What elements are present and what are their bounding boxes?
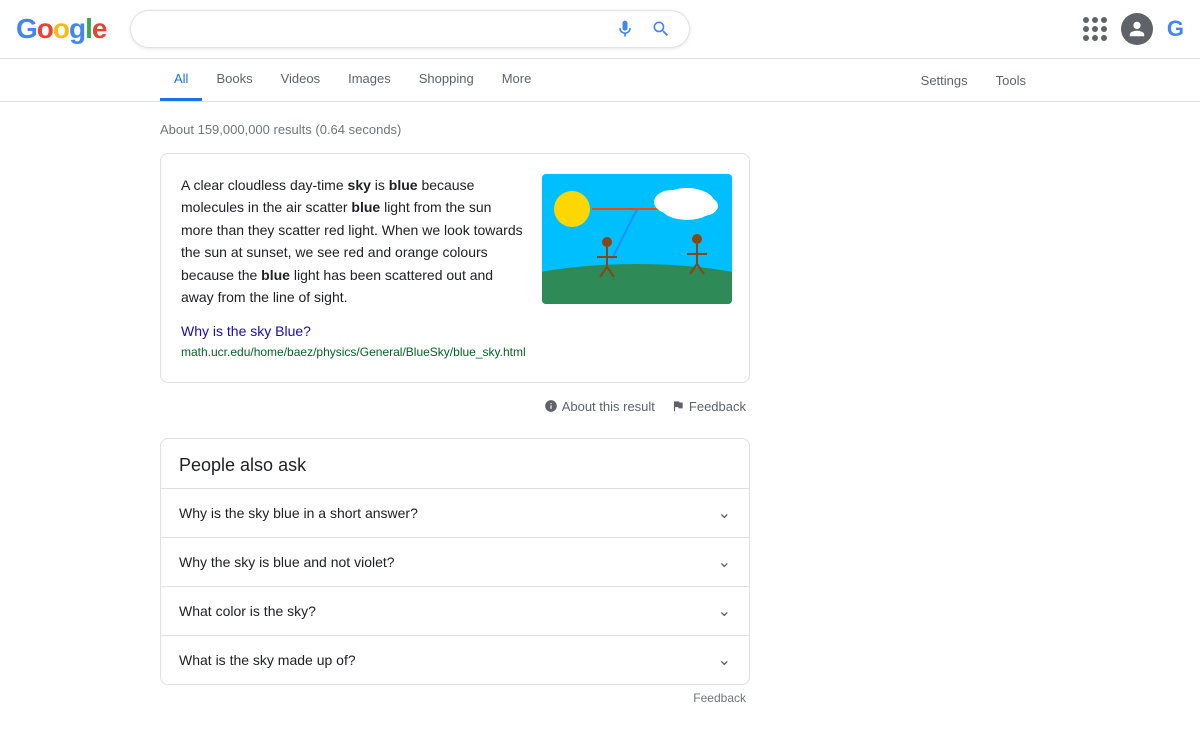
paa-item-4[interactable]: What is the sky made up of? ⌄ bbox=[161, 635, 749, 684]
featured-snippet: A clear cloudless day-time sky is blue b… bbox=[160, 153, 750, 383]
search-bar: why is the sky blue bbox=[130, 10, 690, 48]
snippet-text-content: A clear cloudless day-time sky is blue b… bbox=[181, 177, 523, 305]
apps-dot bbox=[1101, 17, 1107, 23]
google-account-icon[interactable]: G bbox=[1167, 16, 1184, 42]
snippet-text: A clear cloudless day-time sky is blue b… bbox=[181, 174, 526, 362]
snippet-footer: About this result Feedback bbox=[160, 391, 750, 422]
avatar[interactable] bbox=[1121, 13, 1153, 45]
apps-dot bbox=[1083, 17, 1089, 23]
settings-link[interactable]: Settings bbox=[907, 61, 982, 100]
about-result-label: About this result bbox=[562, 399, 655, 414]
about-result-button[interactable]: About this result bbox=[544, 399, 655, 414]
snippet-url: math.ucr.edu/home/baez/physics/General/B… bbox=[181, 343, 526, 362]
results-count: About 159,000,000 results (0.64 seconds) bbox=[160, 122, 750, 137]
nav-tabs: All Books Videos Images Shopping More Se… bbox=[0, 59, 1200, 102]
sky-diagram-svg bbox=[542, 174, 732, 304]
apps-dot bbox=[1083, 35, 1089, 41]
paa-chevron-1: ⌄ bbox=[718, 503, 731, 523]
apps-dot bbox=[1092, 17, 1098, 23]
mic-button[interactable] bbox=[611, 19, 639, 39]
tab-more[interactable]: More bbox=[488, 59, 546, 101]
tab-all[interactable]: All bbox=[160, 59, 202, 101]
apps-dot bbox=[1101, 35, 1107, 41]
people-also-ask-section: People also ask Why is the sky blue in a… bbox=[160, 438, 750, 685]
snippet-image bbox=[542, 174, 732, 304]
info-icon bbox=[544, 399, 558, 413]
paa-chevron-4: ⌄ bbox=[718, 650, 731, 670]
paa-question-4: What is the sky made up of? bbox=[179, 652, 356, 668]
bottom-feedback[interactable]: Feedback bbox=[160, 685, 750, 711]
header-right: G bbox=[1083, 13, 1184, 45]
tab-shopping[interactable]: Shopping bbox=[405, 59, 488, 101]
apps-dot bbox=[1101, 26, 1107, 32]
paa-item-3[interactable]: What color is the sky? ⌄ bbox=[161, 586, 749, 635]
apps-dot bbox=[1092, 26, 1098, 32]
paa-question-2: Why the sky is blue and not violet? bbox=[179, 554, 395, 570]
paa-chevron-3: ⌄ bbox=[718, 601, 731, 621]
main-content: About 159,000,000 results (0.64 seconds)… bbox=[0, 102, 1200, 731]
snippet-title-link[interactable]: Why is the sky Blue? bbox=[181, 323, 311, 339]
paa-title: People also ask bbox=[161, 439, 749, 488]
tab-videos[interactable]: Videos bbox=[267, 59, 335, 101]
feedback-button-snippet[interactable]: Feedback bbox=[671, 399, 746, 414]
header: Google why is the sky blue bbox=[0, 0, 1200, 59]
search-results: About 159,000,000 results (0.64 seconds)… bbox=[160, 122, 750, 711]
search-input[interactable]: why is the sky blue bbox=[145, 20, 603, 38]
person-icon bbox=[1128, 20, 1146, 38]
flag-icon bbox=[671, 399, 685, 413]
search-icon bbox=[651, 19, 671, 39]
tab-books[interactable]: Books bbox=[202, 59, 266, 101]
search-button[interactable] bbox=[647, 19, 675, 39]
feedback-label-snippet: Feedback bbox=[689, 399, 746, 414]
snippet-link: Why is the sky Blue? math.ucr.edu/home/b… bbox=[181, 320, 526, 362]
paa-question-3: What color is the sky? bbox=[179, 603, 316, 619]
tab-images[interactable]: Images bbox=[334, 59, 405, 101]
mic-icon bbox=[615, 19, 635, 39]
paa-item-1[interactable]: Why is the sky blue in a short answer? ⌄ bbox=[161, 488, 749, 537]
paa-question-1: Why is the sky blue in a short answer? bbox=[179, 505, 418, 521]
apps-dot bbox=[1083, 26, 1089, 32]
apps-dot bbox=[1092, 35, 1098, 41]
paa-item-2[interactable]: Why the sky is blue and not violet? ⌄ bbox=[161, 537, 749, 586]
google-logo[interactable]: Google bbox=[16, 13, 106, 45]
paa-chevron-2: ⌄ bbox=[718, 552, 731, 572]
apps-button[interactable] bbox=[1083, 17, 1107, 41]
tools-link[interactable]: Tools bbox=[982, 61, 1040, 100]
